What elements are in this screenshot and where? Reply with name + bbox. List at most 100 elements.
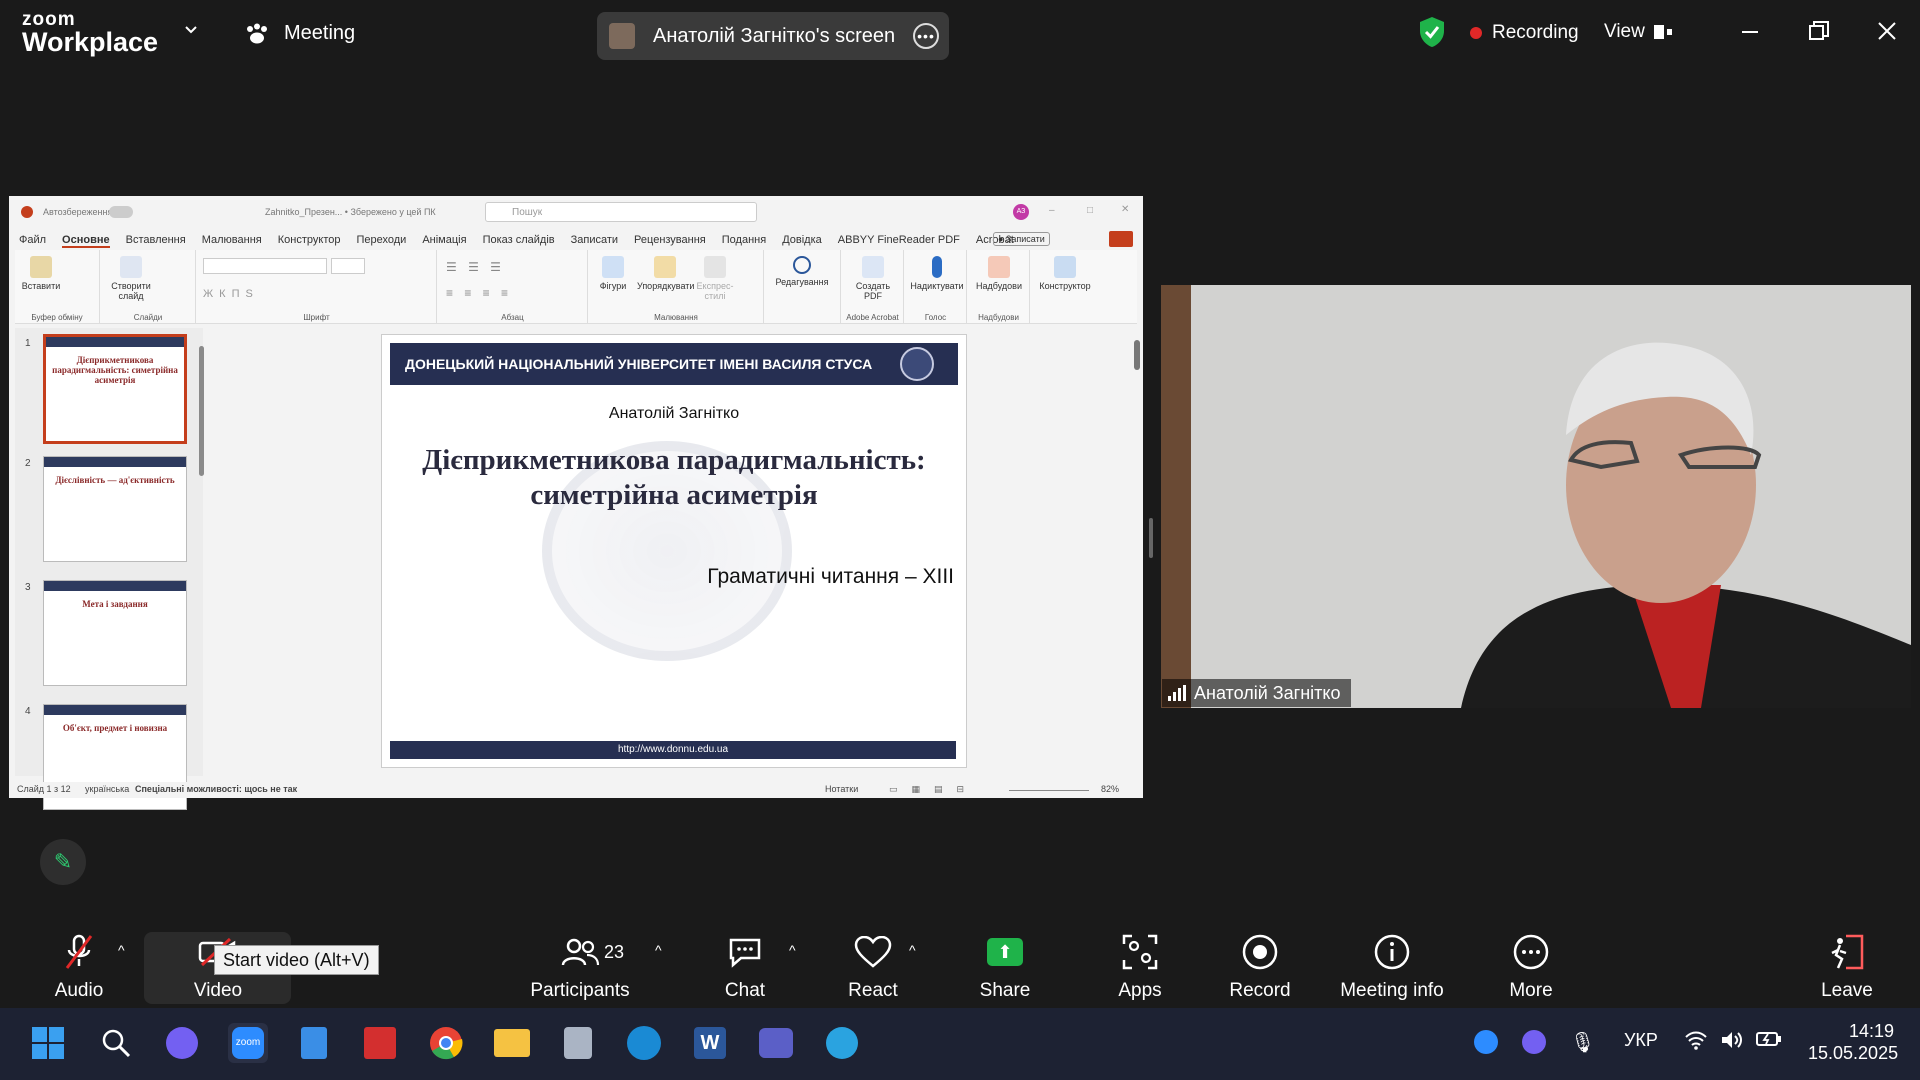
addins-button[interactable]: Надбудови [972,256,1026,291]
audio-options-chevron-icon[interactable]: ^ [118,942,125,958]
designer-button[interactable]: Конструктор [1035,256,1095,291]
share-button[interactable]: ⬆ Share [970,920,1040,1008]
search-icon[interactable] [96,1023,136,1063]
word-icon[interactable]: W [690,1023,730,1063]
slide-scrollbar[interactable] [1134,340,1140,370]
menu-review[interactable]: Рецензування [634,234,706,248]
slide-thumb-3[interactable]: Мета і завдання [43,580,187,686]
telegram-icon[interactable] [822,1023,862,1063]
close-icon[interactable] [1876,20,1898,42]
menu-insert[interactable]: Вставлення [126,234,186,248]
slide-thumb-2[interactable]: Дієслівність — ад'єктивність [43,456,187,562]
zoom-slider[interactable] [1009,790,1089,791]
chat-options-chevron-icon[interactable]: ^ [789,942,796,958]
create-pdf-button[interactable]: Создать PDF [848,256,898,301]
menu-draw[interactable]: Малювання [202,234,262,248]
menu-abbyy[interactable]: ABBYY FineReader PDF [838,234,960,248]
windows-start-icon[interactable] [28,1023,68,1063]
microphone-tray-icon[interactable]: 🎙 [1570,1030,1595,1055]
menu-help[interactable]: Довідка [782,234,822,248]
font-size-input[interactable] [331,258,365,274]
quick-styles-label: Експрес-стилі [696,281,734,301]
annotate-pencil-icon[interactable]: ✎ [40,839,86,885]
edge-icon[interactable] [624,1023,664,1063]
utility-app-icon[interactable] [558,1023,598,1063]
language-status[interactable]: українська [85,784,129,794]
participants-options-chevron-icon[interactable]: ^ [655,942,662,958]
record-button[interactable]: Record [1225,920,1295,1008]
zoom-taskbar-icon[interactable]: zoom [228,1023,268,1063]
more-button[interactable]: More [1496,920,1566,1008]
ppt-minimize-icon[interactable]: – [1049,205,1055,216]
audio-button[interactable]: Audio [44,920,114,1008]
file-explorer-icon[interactable] [492,1023,532,1063]
ppt-maximize-icon[interactable]: □ [1087,205,1093,216]
meeting-menu[interactable]: Meeting [244,22,355,45]
minimize-icon[interactable] [1740,22,1760,42]
battery-icon[interactable] [1756,1030,1782,1053]
zoom-level[interactable]: 82% [1101,784,1119,794]
thumbnails-scrollbar[interactable] [199,346,204,476]
menu-animation[interactable]: Анімація [422,234,466,248]
chevron-down-icon[interactable] [184,23,198,37]
recording-indicator[interactable]: Recording [1470,22,1579,44]
paste-button[interactable]: Вставити [21,256,61,291]
react-options-chevron-icon[interactable]: ^ [909,942,916,958]
chat-label: Chat [724,980,766,1001]
menu-home[interactable]: Основне [62,234,110,248]
shapes-button[interactable]: Фігури [593,256,633,291]
addins-group-label: Надбудови [978,313,1019,322]
menu-slideshow[interactable]: Показ слайдів [483,234,555,248]
chrome-icon[interactable] [426,1023,466,1063]
dictate-button[interactable]: Надиктувати [909,256,965,291]
meeting-info-label: Meeting info [1340,980,1444,1001]
notes-button[interactable]: Нотатки [825,784,858,794]
wifi-icon[interactable] [1684,1030,1708,1055]
system-clock[interactable]: 14:19 15.05.2025 [1808,1020,1898,1064]
restore-icon[interactable] [1808,20,1830,42]
zoom-tray-icon[interactable] [1474,1030,1498,1054]
record-button[interactable]: ● Записати [993,232,1050,246]
meeting-info-button[interactable]: Meeting info [1332,920,1452,1008]
autosave-toggle[interactable] [109,206,133,218]
menu-design[interactable]: Конструктор [278,234,341,248]
volume-icon[interactable] [1720,1030,1744,1055]
view-button[interactable]: View [1604,21,1673,43]
menu-file[interactable]: Файл [19,234,46,248]
video-tile[interactable]: Анатолій Загнітко [1161,285,1911,708]
screen-share-banner[interactable]: Анатолій Загнітко's screen ••• [597,12,949,60]
align-buttons[interactable]: ≡ ≡ ≡ ≡ [446,286,512,300]
ppt-close-icon[interactable]: ✕ [1121,204,1129,215]
apps-button[interactable]: Apps [1105,920,1175,1008]
teams-icon[interactable] [756,1023,796,1063]
list-buttons[interactable]: ☰ ☰ ☰ [446,260,505,274]
leave-button[interactable]: Leave [1812,920,1882,1008]
new-slide-button[interactable]: Створити слайд [107,256,155,301]
pdf-editor-icon[interactable] [360,1023,400,1063]
more-options-icon[interactable]: ••• [913,23,939,49]
font-label: Шрифт [303,313,330,322]
react-button[interactable]: React [838,920,908,1008]
editing-button[interactable]: Редагування [769,256,835,287]
user-avatar[interactable]: АЗ [1013,204,1029,220]
ppt-share-icon[interactable] [1109,231,1133,247]
chat-button[interactable]: Chat [710,920,780,1008]
shield-icon[interactable] [1418,16,1446,48]
menu-record[interactable]: Записати [571,234,618,248]
arrange-button[interactable]: Упорядкувати [637,256,694,291]
language-indicator[interactable]: УКР [1624,1030,1658,1051]
ppt-search-input[interactable]: Пошук [485,202,757,222]
viber-icon[interactable] [162,1023,202,1063]
notepad-icon[interactable] [294,1023,334,1063]
menu-view[interactable]: Подання [722,234,766,248]
viber-tray-icon[interactable] [1522,1030,1546,1054]
accessibility-status[interactable]: Спеціальні можливості: щось не так [135,784,297,794]
menu-transitions[interactable]: Переходи [356,234,406,248]
splitter-handle[interactable] [1149,518,1153,558]
font-format-buttons[interactable]: ЖКПS [203,288,259,300]
quick-styles-button[interactable]: Експрес-стилі [695,256,735,301]
view-mode-buttons[interactable]: ▭▦▤⊟ [889,784,978,795]
participants-button[interactable]: Participants [520,920,640,1008]
slide-thumb-1[interactable]: Дієприкметникова парадигмальність: симет… [43,334,187,444]
font-name-input[interactable] [203,258,327,274]
